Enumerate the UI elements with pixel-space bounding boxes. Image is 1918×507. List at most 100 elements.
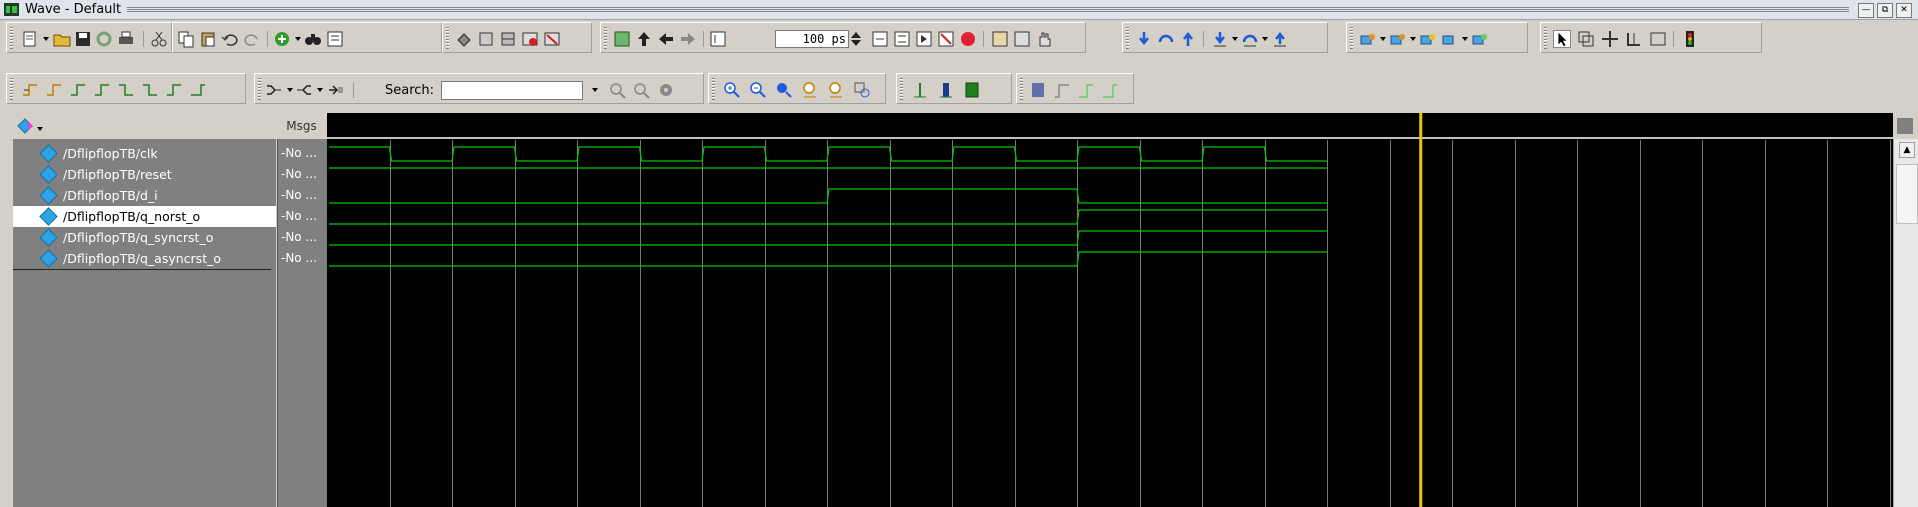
wave-group-icon[interactable] (16, 118, 46, 134)
delete-cursor-icon[interactable] (1389, 30, 1407, 48)
signal-row[interactable]: /DflipflopTB/q_asyncrst_o (13, 248, 276, 269)
toolbar-grip-icon[interactable] (712, 78, 715, 100)
toolbar-grip-icon[interactable] (1350, 27, 1353, 49)
cursor-options-dropdown-icon[interactable] (1462, 37, 1468, 41)
select-mode-icon[interactable] (1553, 30, 1571, 48)
signal-row[interactable]: /DflipflopTB/q_norst_o (13, 206, 276, 227)
scroll-thumb[interactable] (1896, 164, 1918, 224)
lock-cursor-icon[interactable] (1419, 30, 1437, 48)
compile-all-icon[interactable] (477, 30, 495, 48)
rising-edge-icon[interactable] (1053, 81, 1071, 99)
compile-icon[interactable] (455, 30, 473, 48)
step-out-c-icon[interactable] (1271, 30, 1289, 48)
format-icon[interactable] (326, 30, 344, 48)
find-next-edge-icon[interactable] (165, 81, 183, 99)
find-prev-edge-icon[interactable] (45, 81, 63, 99)
toolbar-grip-icon[interactable] (10, 78, 13, 100)
delete-cursor-dropdown-icon[interactable] (1410, 37, 1416, 41)
break-sim-icon[interactable] (937, 30, 955, 48)
collapse-group-icon[interactable] (295, 81, 313, 99)
stop-sim-icon[interactable] (543, 30, 561, 48)
new-dropdown-icon[interactable] (43, 37, 49, 41)
add-icon[interactable] (273, 30, 291, 48)
close-button[interactable]: ✕ (1896, 3, 1912, 18)
run-all-icon[interactable] (915, 30, 933, 48)
find-binoculars-icon[interactable] (304, 30, 322, 48)
find-prev-falling-icon[interactable] (117, 81, 135, 99)
signal-row[interactable]: /DflipflopTB/q_syncrst_o (13, 227, 276, 248)
zoom-area-icon[interactable] (853, 81, 871, 99)
search-dropdown-icon[interactable] (592, 88, 598, 92)
toolbar-grip-icon[interactable] (604, 27, 607, 49)
break-icon[interactable] (521, 30, 539, 48)
signal-row[interactable]: /DflipflopTB/clk (13, 143, 276, 164)
find-last-edge-icon[interactable] (189, 81, 207, 99)
signal-row[interactable]: /DflipflopTB/d_i (13, 185, 276, 206)
expand-group-icon[interactable] (265, 81, 283, 99)
find-prev-rising-icon[interactable] (69, 81, 87, 99)
edit-mode-icon[interactable] (1625, 30, 1643, 48)
cursor-options-icon[interactable] (1441, 30, 1459, 48)
new-file-icon[interactable] (21, 30, 39, 48)
toolbar-grip-icon[interactable] (1544, 27, 1547, 49)
scroll-up-icon[interactable]: ▲ (1899, 142, 1915, 158)
zoom-full-icon[interactable] (775, 81, 793, 99)
add-dropdown-icon[interactable] (295, 37, 301, 41)
restart-icon[interactable] (613, 30, 631, 48)
toolbar-grip-icon[interactable] (258, 78, 261, 100)
waveform-canvas[interactable] (327, 113, 1893, 507)
falling-edge-icon[interactable] (1077, 81, 1095, 99)
expand-all-icon[interactable] (327, 81, 345, 99)
step-over-icon[interactable] (1157, 30, 1175, 48)
search-options-icon[interactable] (657, 81, 675, 99)
restore-button[interactable]: ⧉ (1877, 3, 1893, 18)
add-cursor-icon[interactable] (1359, 30, 1377, 48)
run-length-input[interactable]: 100 ps (775, 30, 849, 48)
hand-icon[interactable] (1035, 30, 1053, 48)
find-next-rising-icon[interactable] (93, 81, 111, 99)
search-input[interactable] (441, 81, 583, 100)
step-over-c-icon[interactable] (1241, 30, 1259, 48)
step-into-icon[interactable] (1135, 30, 1153, 48)
search-prev-icon[interactable] (609, 81, 627, 99)
find-next-falling-icon[interactable] (141, 81, 159, 99)
memory-icon[interactable] (1013, 30, 1031, 48)
search-next-icon[interactable] (633, 81, 651, 99)
simulate-icon[interactable] (499, 30, 517, 48)
toolbar-grip-icon[interactable] (10, 27, 13, 49)
signal-row[interactable]: /DflipflopTB/reset (13, 164, 276, 185)
zoom-mode-icon[interactable] (1577, 30, 1595, 48)
cut-icon[interactable] (150, 30, 168, 48)
any-edge-icon[interactable] (1101, 81, 1119, 99)
paste-icon[interactable] (199, 30, 217, 48)
traffic-light-icon[interactable] (1681, 30, 1699, 48)
continue-run-icon[interactable] (893, 30, 911, 48)
open-folder-icon[interactable] (53, 30, 71, 48)
zoom-out-icon[interactable] (749, 81, 767, 99)
trace-mode-icon[interactable] (1649, 30, 1667, 48)
zoom-range-icon[interactable] (827, 81, 845, 99)
collapse-group-dropdown-icon[interactable] (317, 88, 323, 92)
toolbar-grip-icon[interactable] (1020, 78, 1023, 100)
zoom-cursor-icon[interactable] (801, 81, 819, 99)
toolbar-grip-icon[interactable] (446, 27, 449, 49)
up-arrow-icon[interactable] (635, 30, 653, 48)
cursor-dropdown-icon[interactable] (1380, 37, 1386, 41)
cursor-bar-icon[interactable] (937, 81, 955, 99)
stop-icon[interactable] (959, 30, 977, 48)
step-into-c-icon[interactable] (1211, 30, 1229, 48)
left-arrow-icon[interactable] (657, 30, 675, 48)
reload-icon[interactable] (95, 30, 113, 48)
run-icon[interactable] (871, 30, 889, 48)
copy-icon[interactable] (177, 30, 195, 48)
vertical-scrollbar[interactable]: ▲ (1893, 139, 1918, 507)
right-arrow-icon[interactable] (679, 30, 697, 48)
performance-icon[interactable] (991, 30, 1009, 48)
cursor-line-icon[interactable] (911, 81, 929, 99)
save-icon[interactable] (74, 30, 92, 48)
step-over-dropdown-icon[interactable] (1262, 37, 1268, 41)
cursor-fill-icon[interactable] (963, 81, 981, 99)
step-out-icon[interactable] (1179, 30, 1197, 48)
zoom-in-icon[interactable] (723, 81, 741, 99)
run-length-icon[interactable] (709, 30, 727, 48)
